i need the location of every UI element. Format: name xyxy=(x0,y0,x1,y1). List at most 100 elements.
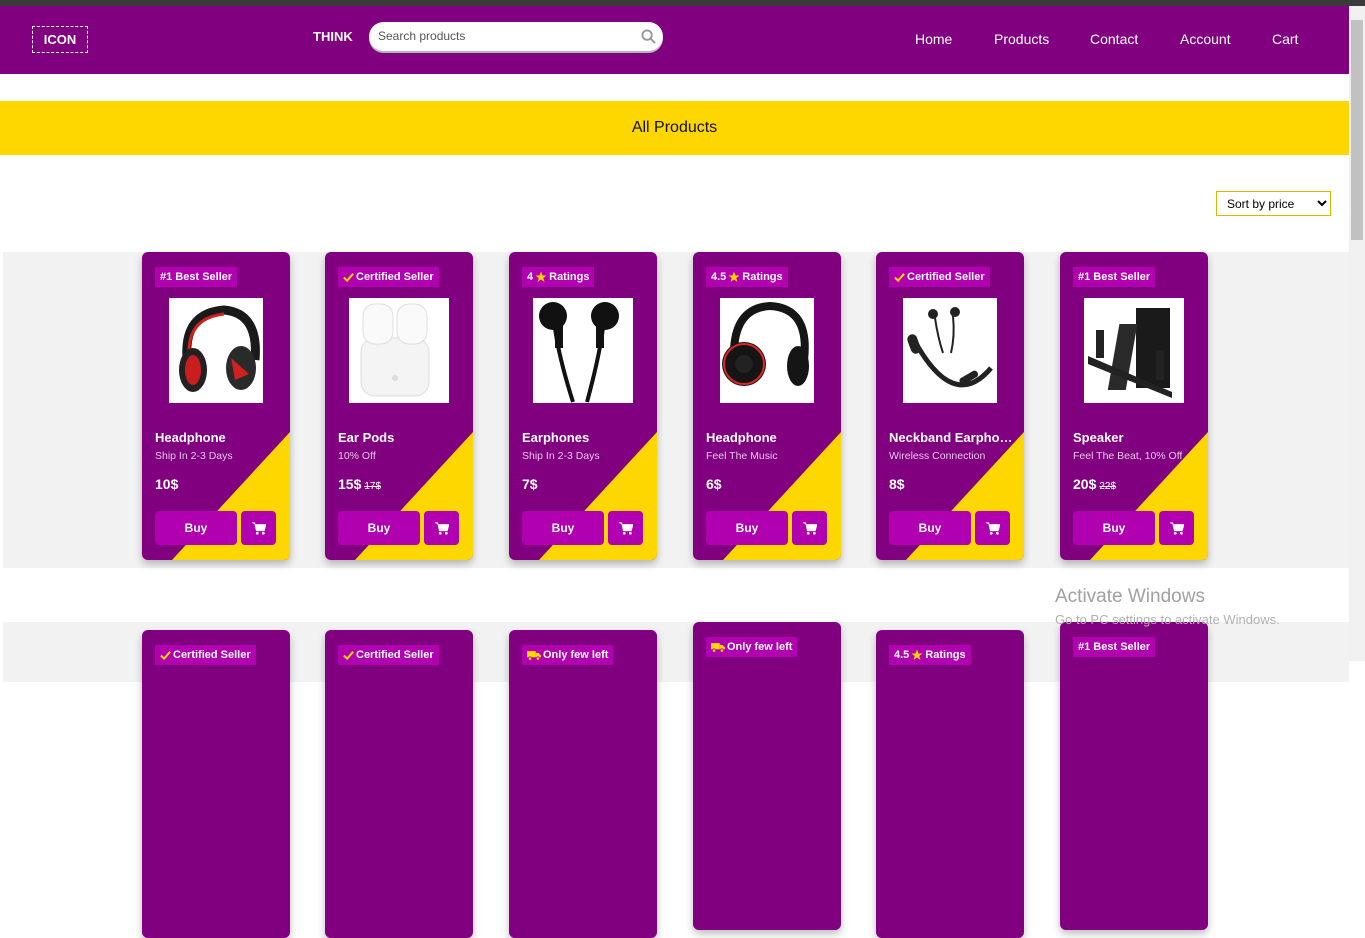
old-price: 17$ xyxy=(364,481,382,492)
page-title-banner: All Products xyxy=(0,101,1349,155)
product-price: 8$ xyxy=(889,476,905,492)
product-card: Certified Seller xyxy=(142,630,290,938)
current-price: 6$ xyxy=(706,476,722,492)
search-input[interactable] xyxy=(378,27,638,45)
badge-label: Ratings xyxy=(742,271,783,283)
nav-products[interactable]: Products xyxy=(994,31,1049,47)
product-price: 7$ xyxy=(522,476,538,492)
add-to-cart-button[interactable] xyxy=(241,511,276,545)
product-image xyxy=(722,301,809,386)
product-name: Earphones xyxy=(522,430,590,445)
badge-label: Certified Seller xyxy=(356,271,434,283)
add-to-cart-button[interactable] xyxy=(792,511,827,545)
badge-label: Ratings xyxy=(549,271,590,283)
current-price: 10$ xyxy=(155,476,179,492)
sort-select[interactable]: Sort by price xyxy=(1216,191,1331,216)
product-badge: 4.5 Ratings xyxy=(889,645,971,665)
truck-icon xyxy=(527,650,541,661)
cart-icon xyxy=(802,521,817,535)
badge-label: #1 Best Seller xyxy=(1078,641,1151,653)
nav-cart[interactable]: Cart xyxy=(1272,31,1298,47)
current-price: 8$ xyxy=(889,476,905,492)
check-icon xyxy=(343,272,354,282)
product-description: Wireless Connection xyxy=(889,450,986,462)
add-to-cart-button[interactable] xyxy=(975,511,1010,545)
badge-rating-value: 4.5 xyxy=(711,271,727,283)
product-card: #1 Best Seller Headphone Ship In 2-3 Day… xyxy=(142,252,290,560)
nav-home[interactable]: Home xyxy=(915,31,952,47)
product-description: Ship In 2-3 Days xyxy=(155,450,233,462)
page-title: All Products xyxy=(631,119,718,136)
product-badge: Certified Seller xyxy=(338,645,439,665)
product-badge: 4 Ratings xyxy=(522,267,595,287)
product-card: Only few left xyxy=(509,630,657,938)
star-icon xyxy=(535,271,547,282)
product-image xyxy=(360,303,430,397)
product-description: Feel The Music xyxy=(706,450,778,462)
logo[interactable]: ICON xyxy=(32,26,88,53)
scrollbar[interactable] xyxy=(1349,6,1365,661)
product-badge: Certified Seller xyxy=(889,267,990,287)
current-price: 7$ xyxy=(522,476,538,492)
nav-contact[interactable]: Contact xyxy=(1090,31,1138,47)
product-name: Headphone xyxy=(155,430,226,445)
old-price: 22$ xyxy=(1099,481,1117,492)
star-icon xyxy=(911,649,923,660)
product-card: Certified Seller Neckband Earphones Wire… xyxy=(876,252,1024,560)
buy-button[interactable]: Buy xyxy=(338,511,420,545)
product-card: 4.5 Ratings Headphone Feel The Music 6$ B… xyxy=(693,252,841,560)
product-card: 4 Ratings Earphones Ship In 2-3 Days 7$ B… xyxy=(509,252,657,560)
product-badge: #1 Best Seller xyxy=(1073,637,1156,657)
product-image xyxy=(907,307,993,388)
product-name: Neckband Earphones xyxy=(889,430,1014,445)
product-badge: Certified Seller xyxy=(155,645,256,665)
product-price: 6$ xyxy=(706,476,722,492)
truck-icon xyxy=(711,642,725,653)
product-card: Certified Seller Ear Pods 10% Off 15$ 17$… xyxy=(325,252,473,560)
buy-button[interactable]: Buy xyxy=(889,511,971,545)
search-box xyxy=(369,22,663,51)
product-description: 10% Off xyxy=(338,450,376,462)
badge-label: Only few left xyxy=(543,649,609,661)
search-icon[interactable] xyxy=(641,29,656,44)
product-description: Ship In 2-3 Days xyxy=(522,450,600,462)
product-image xyxy=(539,302,619,403)
product-image-frame[interactable] xyxy=(903,298,997,403)
product-badge: 4.5 Ratings xyxy=(706,267,788,287)
product-description: Feel The Beat, 10% Off xyxy=(1073,450,1183,462)
product-price: 15$ 17$ xyxy=(338,476,381,492)
check-icon xyxy=(894,272,905,282)
product-badge: #1 Best Seller xyxy=(1073,267,1156,287)
buy-button[interactable]: Buy xyxy=(522,511,604,545)
activation-watermark-text: Go to PC settings to activate Windows. xyxy=(1055,612,1280,627)
product-badge: #1 Best Seller xyxy=(155,267,238,287)
product-image-frame[interactable] xyxy=(533,298,633,403)
product-name: Headphone xyxy=(706,430,777,445)
product-badge: Only few left xyxy=(706,637,798,657)
product-image xyxy=(1088,308,1172,398)
product-image-frame[interactable] xyxy=(349,298,449,403)
add-to-cart-button[interactable] xyxy=(1159,511,1194,545)
badge-label: Certified Seller xyxy=(173,649,251,661)
buy-button[interactable]: Buy xyxy=(706,511,788,545)
nav-account[interactable]: Account xyxy=(1180,31,1231,47)
product-image-frame[interactable] xyxy=(720,298,814,403)
check-icon xyxy=(160,650,171,660)
product-name: Ear Pods xyxy=(338,430,395,445)
cart-icon xyxy=(1169,521,1184,535)
badge-label: #1 Best Seller xyxy=(160,271,233,283)
badge-rating-value: 4 xyxy=(527,271,534,283)
current-price: 20$ xyxy=(1073,476,1097,492)
brand-name: THINK xyxy=(313,29,353,44)
scrollbar-thumb[interactable] xyxy=(1351,20,1363,240)
badge-label: Certified Seller xyxy=(356,649,434,661)
buy-button[interactable]: Buy xyxy=(1073,511,1155,545)
product-image-frame[interactable] xyxy=(169,298,263,403)
product-image xyxy=(179,305,260,392)
buy-button[interactable]: Buy xyxy=(155,511,237,545)
add-to-cart-button[interactable] xyxy=(608,511,643,545)
add-to-cart-button[interactable] xyxy=(424,511,459,545)
product-price: 20$ 22$ xyxy=(1073,476,1116,492)
badge-rating-value: 4.5 xyxy=(894,649,910,661)
product-image-frame[interactable] xyxy=(1084,298,1184,403)
